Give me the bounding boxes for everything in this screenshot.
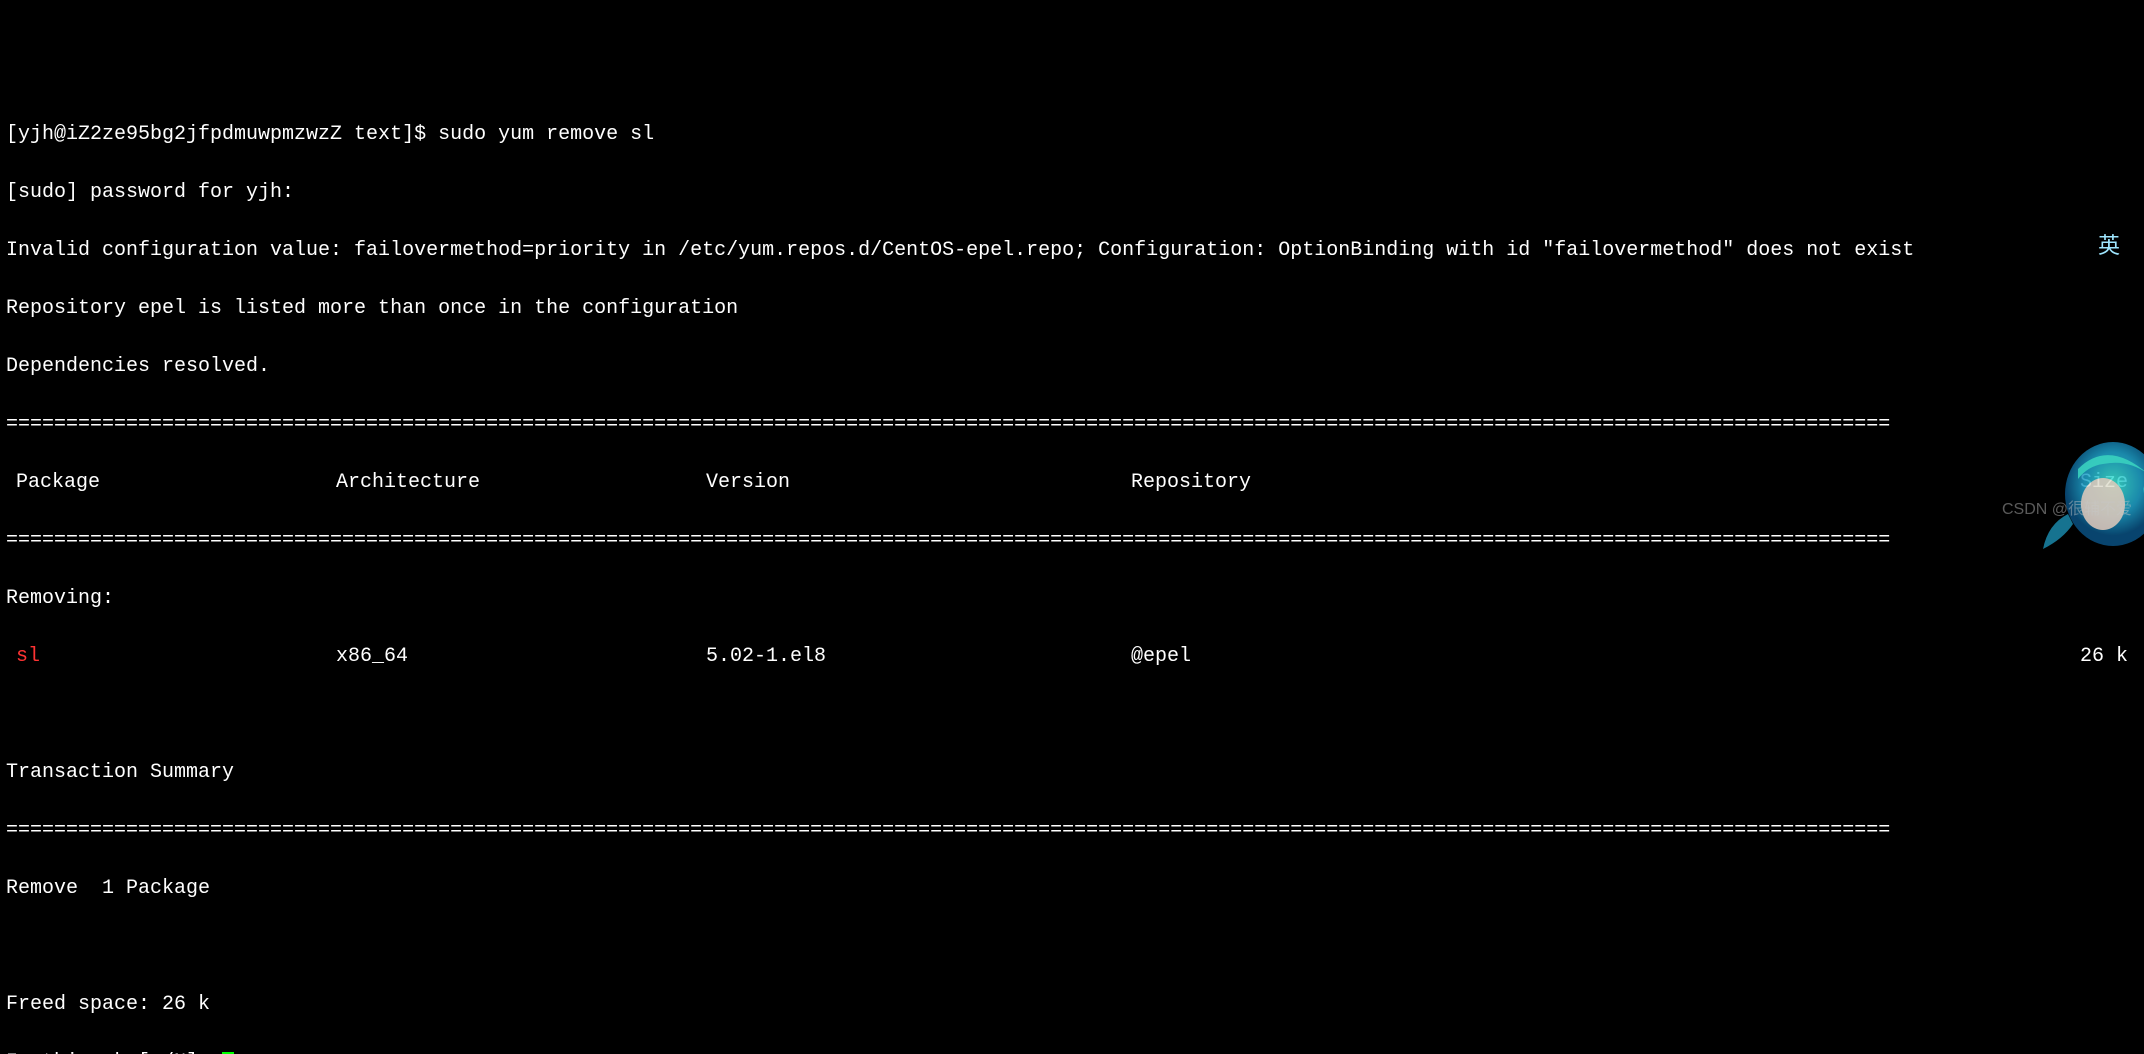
- header-architecture: Architecture: [336, 468, 706, 497]
- typed-command: sudo yum remove sl: [438, 123, 654, 146]
- package-version: 5.02-1.el8: [706, 642, 1131, 671]
- csdn-watermark: CSDN @很辅不爱: [2002, 498, 2132, 521]
- dependencies-resolved: Dependencies resolved.: [6, 352, 2138, 381]
- header-package: Package: [6, 468, 336, 497]
- package-arch: x86_64: [336, 642, 706, 671]
- removing-label: Removing:: [6, 584, 2138, 613]
- header-size: Size: [1501, 468, 2138, 497]
- table-row: sl x86_64 5.02-1.el8 @epel 26 k: [6, 642, 2138, 671]
- transaction-summary: Transaction Summary: [6, 758, 2138, 787]
- divider-header: ========================================…: [6, 526, 2138, 555]
- header-version: Version: [706, 468, 1131, 497]
- cursor-icon: [222, 1052, 234, 1054]
- command-line: [yjh@iZ2ze95bg2jfpdmuwpmzwzZ text]$ sudo…: [6, 120, 2138, 149]
- confirm-prompt: Is this ok [y/N]:: [6, 1051, 222, 1054]
- language-badge: 英: [2098, 230, 2120, 262]
- divider-summary: ========================================…: [6, 816, 2138, 845]
- package-repo: @epel: [1131, 642, 1501, 671]
- blank-line-2: [6, 932, 2138, 961]
- confirm-line[interactable]: Is this ok [y/N]:: [6, 1048, 2138, 1054]
- config-warning: Invalid configuration value: failovermet…: [6, 236, 2138, 265]
- divider-top: ========================================…: [6, 410, 2138, 439]
- package-name: sl: [6, 642, 336, 671]
- table-header-row: Package Architecture Version Repository …: [6, 468, 2138, 497]
- package-size: 26 k: [1501, 642, 2138, 671]
- repo-warning: Repository epel is listed more than once…: [6, 294, 2138, 323]
- header-repository: Repository: [1131, 468, 1501, 497]
- freed-space: Freed space: 26 k: [6, 990, 2138, 1019]
- sudo-password-prompt: [sudo] password for yjh:: [6, 178, 2138, 207]
- blank-line: [6, 700, 2138, 729]
- remove-count: Remove 1 Package: [6, 874, 2138, 903]
- shell-prompt: [yjh@iZ2ze95bg2jfpdmuwpmzwzZ text]$: [6, 123, 438, 146]
